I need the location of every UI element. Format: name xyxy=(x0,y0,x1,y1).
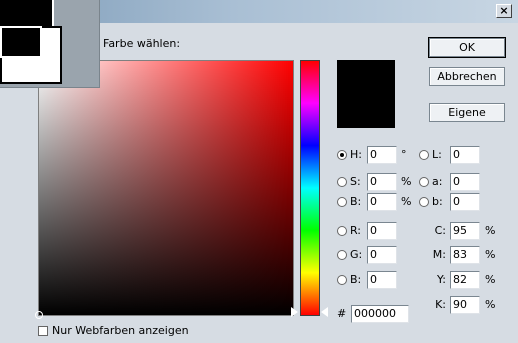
close-icon[interactable]: × xyxy=(496,4,512,18)
radio-lab-b[interactable] xyxy=(419,197,429,207)
unit-percent-b: % xyxy=(401,195,412,208)
label-m: M: xyxy=(432,248,446,261)
foreground-background-swatch[interactable] xyxy=(0,0,100,88)
unit-percent-k: % xyxy=(485,298,496,311)
input-c[interactable]: 95 xyxy=(450,222,480,240)
label-c: C: xyxy=(434,224,446,237)
radio-s[interactable] xyxy=(337,177,347,187)
input-h[interactable]: 0 xyxy=(367,146,397,164)
input-rgb-b[interactable]: 0 xyxy=(367,271,397,289)
input-a[interactable]: 0 xyxy=(450,173,480,191)
input-y[interactable]: 82 xyxy=(450,271,480,289)
color-picker-marker[interactable] xyxy=(35,311,43,319)
label-g: G: xyxy=(350,248,363,261)
cancel-button[interactable]: Abbrechen xyxy=(429,67,505,86)
unit-percent-m: % xyxy=(485,248,496,261)
hue-slider-left-arrow-icon[interactable] xyxy=(291,307,298,317)
input-m[interactable]: 83 xyxy=(450,246,480,264)
unit-percent-c: % xyxy=(485,224,496,237)
radio-g[interactable] xyxy=(337,250,347,260)
hex-input[interactable]: 000000 xyxy=(351,305,409,323)
web-colors-checkbox[interactable] xyxy=(38,326,48,336)
label-k: K: xyxy=(435,298,446,311)
radio-l[interactable] xyxy=(419,150,429,160)
label-h: H: xyxy=(350,148,362,161)
unit-degree: ° xyxy=(401,148,407,161)
label-y: Y: xyxy=(437,273,446,286)
hex-symbol: # xyxy=(337,307,347,320)
input-r[interactable]: 0 xyxy=(367,222,397,240)
foreground-color-swatch[interactable] xyxy=(0,26,62,84)
radio-h[interactable] xyxy=(337,150,347,160)
hue-slider-right-arrow-icon[interactable] xyxy=(321,307,328,317)
hue-slider[interactable] xyxy=(300,60,320,316)
input-s[interactable]: 0 xyxy=(367,173,397,191)
web-colors-label: Nur Webfarben anzeigen xyxy=(52,324,189,337)
radio-rgb-b[interactable] xyxy=(337,275,347,285)
radio-b[interactable] xyxy=(337,197,347,207)
saturation-brightness-field[interactable] xyxy=(35,60,294,319)
label-s: S: xyxy=(350,175,361,188)
radio-a[interactable] xyxy=(419,177,429,187)
dialog-prompt: Farbe wählen: xyxy=(103,37,181,50)
custom-colors-button[interactable]: Eigene xyxy=(429,103,505,122)
label-lab-b: b: xyxy=(432,195,443,208)
color-preview xyxy=(337,60,395,128)
radio-r[interactable] xyxy=(337,226,347,236)
input-g[interactable]: 0 xyxy=(367,246,397,264)
unit-percent-y: % xyxy=(485,273,496,286)
input-k[interactable]: 90 xyxy=(450,296,480,314)
label-rgb-b: B: xyxy=(350,273,362,286)
ok-button[interactable]: OK xyxy=(428,37,506,58)
label-b: B: xyxy=(350,195,362,208)
unit-percent-s: % xyxy=(401,175,412,188)
label-r: R: xyxy=(350,224,362,237)
label-l: L: xyxy=(432,148,442,161)
input-b[interactable]: 0 xyxy=(367,193,397,211)
label-a: a: xyxy=(432,175,443,188)
input-lab-b[interactable]: 0 xyxy=(450,193,480,211)
input-l[interactable]: 0 xyxy=(450,146,480,164)
